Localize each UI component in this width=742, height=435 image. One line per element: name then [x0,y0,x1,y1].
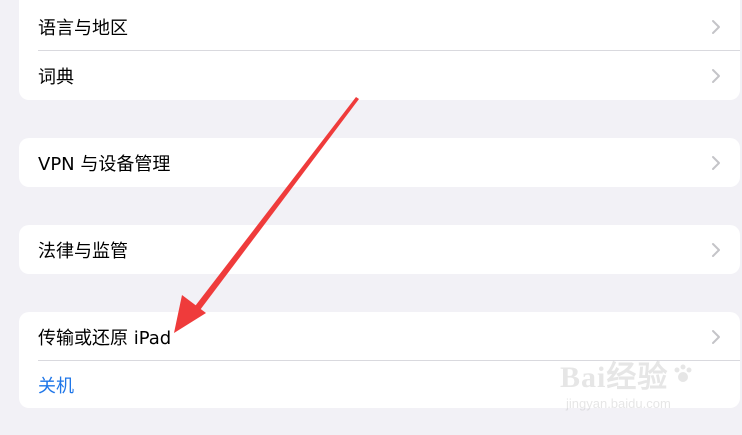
row-legal-label: 法律与监管 [38,240,128,262]
row-transfer-reset-ipad[interactable]: 传输或还原 iPad [19,312,740,361]
row-dictionary-label: 词典 [38,66,74,88]
chevron-right-icon [710,67,722,85]
settings-group-general: 语言与地区 词典 [19,0,740,100]
row-language-region-label: 语言与地区 [38,17,128,39]
settings-group-reset: 传输或还原 iPad 关机 [19,312,740,408]
row-legal-regulatory[interactable]: 法律与监管 [19,225,740,274]
settings-group-vpn: VPN 与设备管理 [19,138,740,187]
chevron-right-icon [710,154,722,172]
row-vpn-device-management[interactable]: VPN 与设备管理 [19,138,740,187]
row-vpn-label: VPN 与设备管理 [38,153,171,175]
row-transfer-reset-label: 传输或还原 iPad [38,327,172,349]
shutdown-button[interactable]: 关机 [38,372,740,398]
row-shutdown[interactable]: 关机 [19,361,740,408]
annotation-arrow-shaft [189,97,359,318]
chevron-right-icon [710,328,722,346]
row-dictionary[interactable]: 词典 [19,51,740,100]
chevron-right-icon [710,18,722,36]
settings-group-legal: 法律与监管 [19,225,740,274]
chevron-right-icon [710,241,722,259]
row-language-region[interactable]: 语言与地区 [19,2,740,51]
